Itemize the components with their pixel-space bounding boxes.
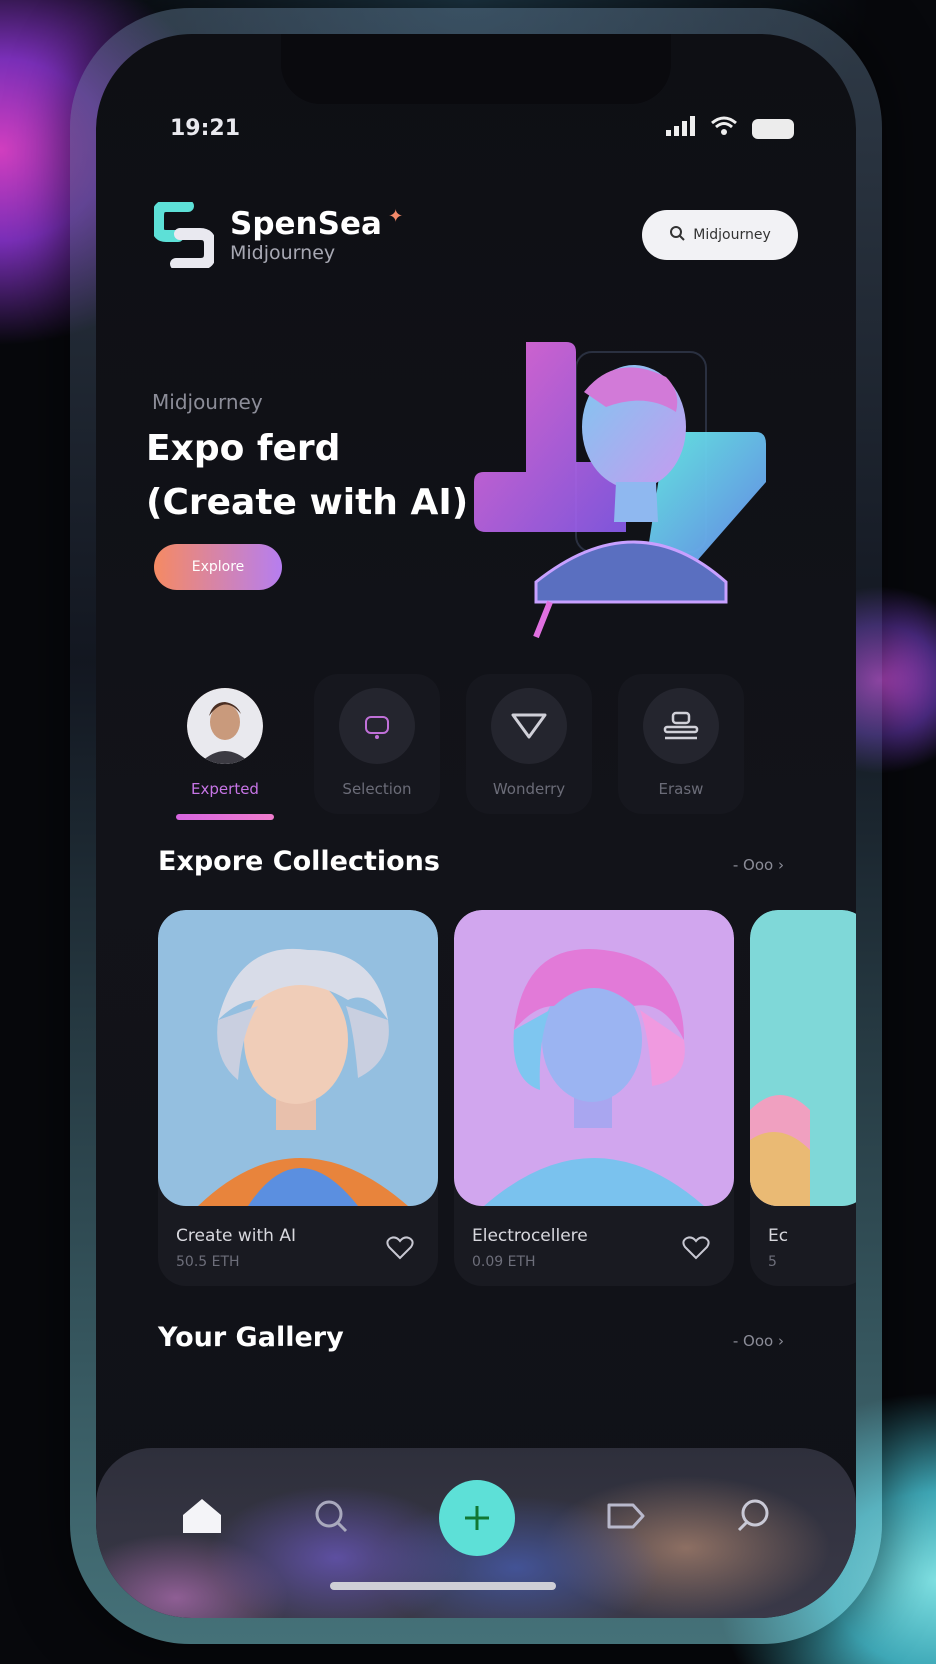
card-image <box>454 910 734 1206</box>
card-price: 5 <box>768 1254 777 1270</box>
collection-card[interactable]: Create with AI 50.5 ETH <box>158 910 438 1286</box>
card-title: Ec <box>768 1226 789 1246</box>
avatar <box>187 688 263 764</box>
notch <box>281 34 671 104</box>
bottom-nav <box>96 1448 856 1618</box>
hero-title: Expo ferd (Create with AI) <box>146 428 469 523</box>
battery-icon <box>752 118 794 139</box>
brand-subtitle: Midjourney <box>230 242 336 264</box>
collection-card[interactable]: Electrocellere 0.09 ETH <box>454 910 734 1286</box>
status-icons <box>666 116 794 141</box>
brand[interactable]: SpenSea ✦ Midjourney <box>152 200 404 270</box>
hero-kicker: Midjourney <box>152 390 263 414</box>
hero-illustration <box>466 332 776 642</box>
brand-name: SpenSea ✦ <box>230 206 404 242</box>
gallery-title: Your Gallery <box>158 1322 344 1353</box>
search-icon[interactable] <box>313 1498 349 1538</box>
search-placeholder: Midjourney <box>693 227 771 243</box>
triangle-icon <box>491 688 567 764</box>
category-selection[interactable]: Selection <box>314 674 440 814</box>
collections-see-more[interactable]: - Ooo › <box>733 856 784 874</box>
category-label: Experted <box>191 780 259 798</box>
card-image <box>750 910 856 1206</box>
add-button[interactable] <box>439 1480 515 1556</box>
card-title: Create with AI <box>176 1226 297 1246</box>
tag-icon[interactable] <box>605 1501 645 1535</box>
card-image <box>158 910 438 1206</box>
card-price: 50.5 ETH <box>176 1254 240 1270</box>
chat-icon[interactable] <box>735 1498 771 1538</box>
nav-items <box>96 1478 856 1558</box>
home-indicator <box>330 1582 556 1590</box>
category-row: Experted Selection Wonderry Erasw <box>162 674 762 844</box>
search-icon <box>669 225 685 245</box>
sparkle-icon <box>339 688 415 764</box>
phone-frame: 19:21 SpenSea ✦ Midjourney Midjourney Mi… <box>70 8 882 1644</box>
sparkle-icon: ✦ <box>381 206 404 227</box>
category-erasw[interactable]: Erasw <box>618 674 744 814</box>
gallery-see-more[interactable]: - Ooo › <box>733 1332 784 1350</box>
status-bar: 19:21 <box>96 96 856 141</box>
card-price: 0.09 ETH <box>472 1254 536 1270</box>
card-title: Electrocellere <box>472 1226 588 1246</box>
heart-icon[interactable] <box>386 1236 414 1264</box>
signal-icon <box>666 116 696 141</box>
collections-carousel[interactable]: Create with AI 50.5 ETH Electrocellere 0… <box>158 910 856 1290</box>
category-label: Erasw <box>658 780 704 798</box>
home-icon[interactable] <box>181 1497 223 1539</box>
explore-button[interactable]: Explore <box>154 544 282 590</box>
status-time: 19:21 <box>170 116 241 141</box>
category-wonderry[interactable]: Wonderry <box>466 674 592 814</box>
wifi-icon <box>710 116 738 141</box>
app-screen: 19:21 SpenSea ✦ Midjourney Midjourney Mi… <box>96 34 856 1618</box>
category-label: Selection <box>342 780 412 798</box>
heart-icon[interactable] <box>682 1236 710 1264</box>
logo-icon <box>152 200 216 270</box>
category-experted[interactable]: Experted <box>162 674 288 820</box>
stack-icon <box>643 688 719 764</box>
category-label: Wonderry <box>492 780 566 798</box>
active-tab-indicator <box>176 814 274 820</box>
collections-title: Expore Collections <box>158 846 440 877</box>
search-input[interactable]: Midjourney <box>642 210 798 260</box>
collection-card[interactable]: Ec 5 <box>750 910 856 1286</box>
